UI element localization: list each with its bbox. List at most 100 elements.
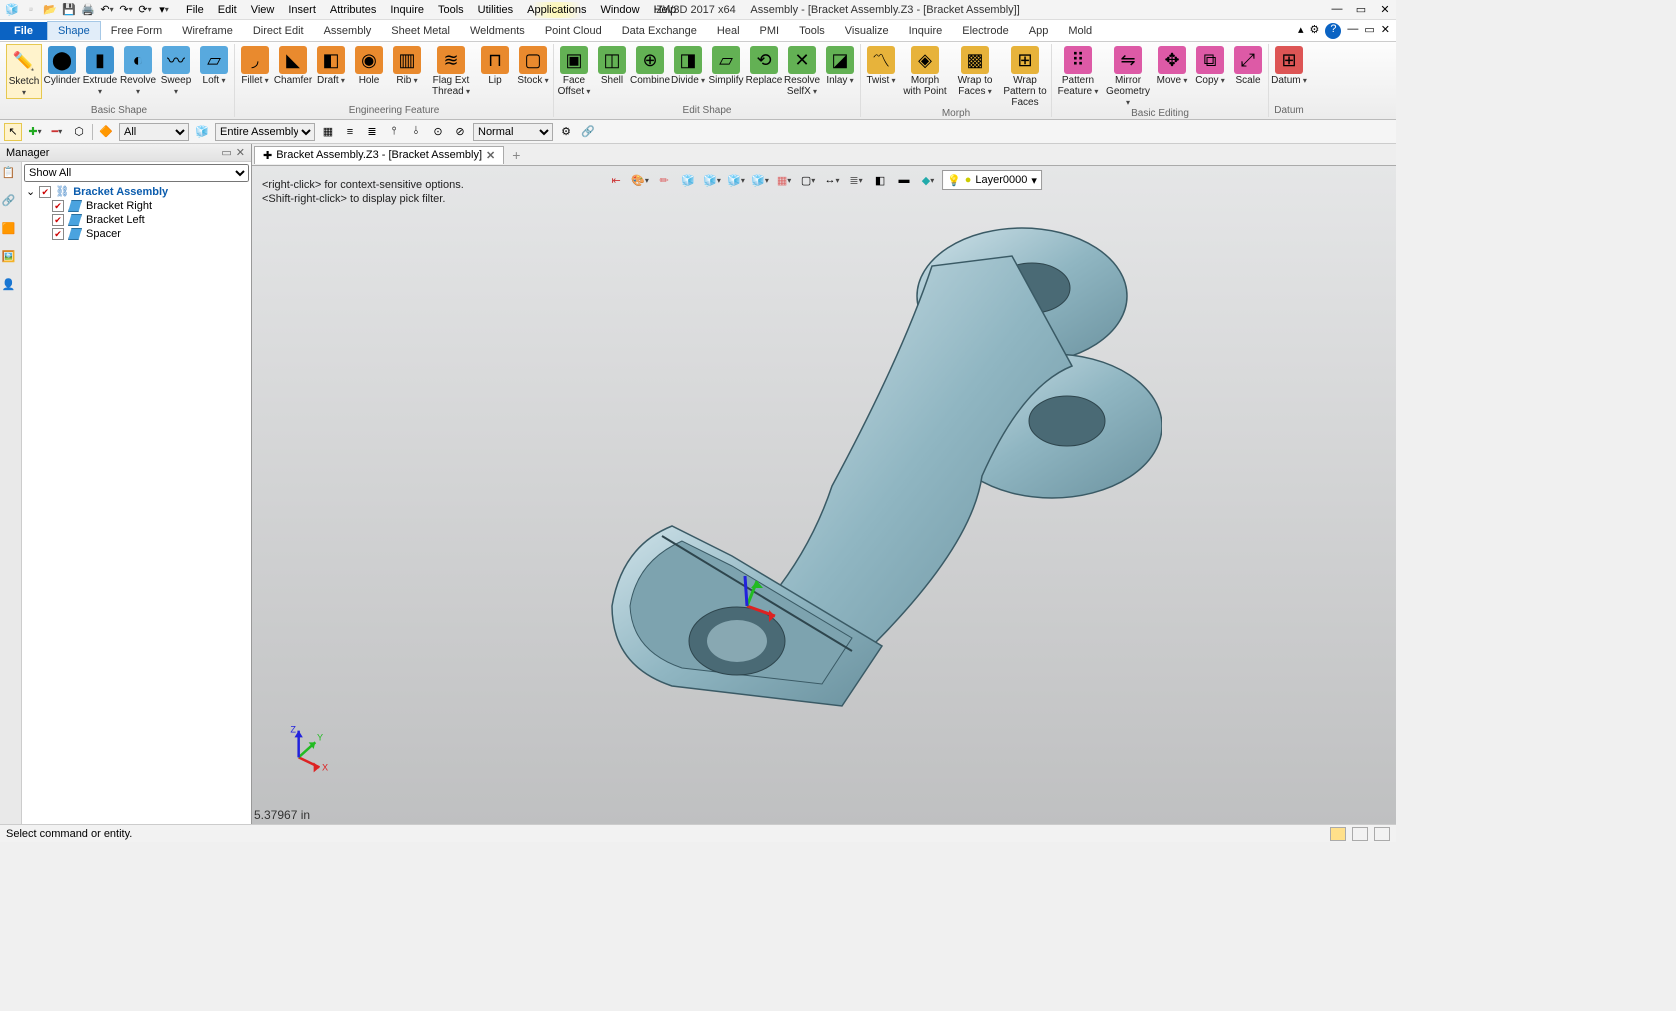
tab-pin-icon[interactable]: ✚ xyxy=(263,149,272,162)
menu-inquire[interactable]: Inquire xyxy=(384,2,430,18)
chamfer-button[interactable]: ◣Chamfer xyxy=(275,44,311,86)
menu-file[interactable]: File xyxy=(180,2,210,18)
checkbox[interactable]: ✔ xyxy=(52,214,64,226)
cursor-icon[interactable]: ↖ xyxy=(4,123,22,141)
sidetab-history[interactable]: 📋 xyxy=(2,166,20,184)
vt-dim-icon[interactable]: ↔ xyxy=(822,170,842,190)
vt-paint-icon[interactable]: 🎨 xyxy=(630,170,650,190)
tree-item[interactable]: ✔ Spacer xyxy=(52,227,251,241)
sidetab-assembly[interactable]: 🔗 xyxy=(2,194,20,212)
wrap-pattern-button[interactable]: ⊞Wrap Pattern to Faces xyxy=(1001,44,1049,108)
tab-assembly[interactable]: Assembly xyxy=(314,22,382,40)
menu-view[interactable]: View xyxy=(245,2,281,18)
vt-cube2-icon[interactable]: 🧊 xyxy=(702,170,722,190)
layer-select[interactable]: 💡 ● Layer0000 ▾ xyxy=(942,170,1042,190)
tab-add-button[interactable]: + xyxy=(504,147,528,163)
tab-pmi[interactable]: PMI xyxy=(750,22,790,40)
simplify-button[interactable]: ▱Simplify xyxy=(708,44,744,86)
sidetab-users[interactable]: 👤 xyxy=(2,278,20,296)
zoom-icon[interactable]: ▾ xyxy=(156,2,172,18)
tab-app[interactable]: App xyxy=(1019,22,1059,40)
tb-7[interactable]: ⊘ xyxy=(451,123,469,141)
sidetab-layers[interactable]: 🖼️ xyxy=(2,250,20,268)
menu-edit[interactable]: Edit xyxy=(212,2,243,18)
undo-icon[interactable]: ↶ xyxy=(99,2,115,18)
status-btn-1[interactable] xyxy=(1330,827,1346,841)
help-icon[interactable]: ? xyxy=(1325,23,1341,39)
inlay-button[interactable]: ◪Inlay xyxy=(822,44,858,86)
stock-button[interactable]: ▢Stock xyxy=(515,44,551,86)
face-offset-button[interactable]: ▣Face Offset xyxy=(556,44,592,97)
rib-button[interactable]: ▥Rib xyxy=(389,44,425,86)
collapse-icon[interactable]: ⌄ xyxy=(26,185,35,198)
close-icon[interactable]: ✕ xyxy=(1378,3,1392,17)
wrap-faces-button[interactable]: ▩Wrap to Faces xyxy=(951,44,999,97)
flag-ext-thread-button[interactable]: ≋Flag Ext Thread xyxy=(427,44,475,97)
tab-sheetmetal[interactable]: Sheet Metal xyxy=(381,22,460,40)
vt-cube3-icon[interactable]: 🧊 xyxy=(726,170,746,190)
tab-freeform[interactable]: Free Form xyxy=(101,22,172,40)
view-triad[interactable]: X Y Z xyxy=(282,724,332,774)
divide-button[interactable]: ◨Divide xyxy=(670,44,706,86)
vt-eraser-icon[interactable]: ✏ xyxy=(654,170,674,190)
tab-weldments[interactable]: Weldments xyxy=(460,22,535,40)
tb-8[interactable]: ⚙ xyxy=(557,123,575,141)
restore-icon[interactable]: ▭ xyxy=(1354,3,1368,17)
viewport[interactable]: <right-click> for context-sensitive opti… xyxy=(252,166,1396,824)
status-btn-3[interactable] xyxy=(1374,827,1390,841)
checkbox[interactable]: ✔ xyxy=(52,228,64,240)
new-icon[interactable]: ▫️ xyxy=(23,2,39,18)
tab-visualize[interactable]: Visualize xyxy=(835,22,899,40)
tab-inquire[interactable]: Inquire xyxy=(899,22,953,40)
tab-shape[interactable]: Shape xyxy=(47,21,101,40)
filter-scope-select[interactable]: Entire Assembly xyxy=(215,123,315,141)
save-icon[interactable]: 💾 xyxy=(61,2,77,18)
tree-item[interactable]: ✔ Bracket Left xyxy=(52,213,251,227)
panel-close-icon[interactable]: ✕ xyxy=(236,146,245,159)
resolve-selfx-button[interactable]: ✕Resolve SelfX xyxy=(784,44,820,97)
revolve-button[interactable]: ◐Revolve xyxy=(120,44,156,97)
vt-bw-icon[interactable]: ◧ xyxy=(870,170,890,190)
scale-button[interactable]: ⤢Scale xyxy=(1230,44,1266,86)
tab-file[interactable]: File xyxy=(0,22,47,40)
move-button[interactable]: ✥Move xyxy=(1154,44,1190,86)
tb-2[interactable]: ≡ xyxy=(341,123,359,141)
morph-point-button[interactable]: ◈Morph with Point xyxy=(901,44,949,97)
tab-mold[interactable]: Mold xyxy=(1058,22,1102,40)
mirror-geometry-button[interactable]: ⇋Mirror Geometry xyxy=(1104,44,1152,108)
app-icon[interactable]: 🧊 xyxy=(4,2,20,18)
filter-icon[interactable]: 🔶 xyxy=(97,123,115,141)
swap-selection-icon[interactable]: ⬡ xyxy=(70,123,88,141)
open-icon[interactable]: 📂 xyxy=(42,2,58,18)
cylinder-button[interactable]: ⬤Cylinder xyxy=(44,44,80,86)
minimize-icon[interactable]: — xyxy=(1330,3,1344,17)
loft-button[interactable]: ▱Loft xyxy=(196,44,232,86)
draft-button[interactable]: ◧Draft xyxy=(313,44,349,86)
vt-fill-icon[interactable]: ▬ xyxy=(894,170,914,190)
redo-icon[interactable]: ↷ xyxy=(118,2,134,18)
tb-5[interactable]: ⫰ xyxy=(407,123,425,141)
child-close-icon[interactable]: ✕ xyxy=(1381,23,1390,39)
combine-button[interactable]: ⊕Combine xyxy=(632,44,668,86)
vt-plane-icon[interactable]: ▢ xyxy=(798,170,818,190)
hole-button[interactable]: ◉Hole xyxy=(351,44,387,86)
sidetab-visual[interactable]: 🟧 xyxy=(2,222,20,240)
add-selection-icon[interactable]: ✚ xyxy=(26,123,44,141)
tb-1[interactable]: ▦ xyxy=(319,123,337,141)
child-restore-icon[interactable]: ▭ xyxy=(1364,23,1374,39)
tree-item[interactable]: ✔ Bracket Right xyxy=(52,199,251,213)
tree-filter-select[interactable]: Show All xyxy=(24,164,249,182)
datum-button[interactable]: ⊞Datum xyxy=(1271,44,1307,86)
vt-cube4-icon[interactable]: 🧊 xyxy=(750,170,770,190)
assembly-tree[interactable]: ⌄ ✔ ⛓ Bracket Assembly ✔ Bracket Right ✔… xyxy=(22,184,251,824)
sketch-button[interactable]: ✏️Sketch xyxy=(6,44,42,99)
shell-button[interactable]: ◫Shell xyxy=(594,44,630,86)
tab-dataexchange[interactable]: Data Exchange xyxy=(612,22,707,40)
display-mode-select[interactable]: Normal xyxy=(473,123,553,141)
document-tab[interactable]: ✚ Bracket Assembly.Z3 - [Bracket Assembl… xyxy=(254,146,504,164)
twist-button[interactable]: 〽Twist xyxy=(863,44,899,86)
menu-insert[interactable]: Insert xyxy=(282,2,322,18)
replace-button[interactable]: ⟲Replace xyxy=(746,44,782,86)
menu-utilities[interactable]: Utilities xyxy=(472,2,519,18)
pattern-feature-button[interactable]: ⠿Pattern Feature xyxy=(1054,44,1102,97)
